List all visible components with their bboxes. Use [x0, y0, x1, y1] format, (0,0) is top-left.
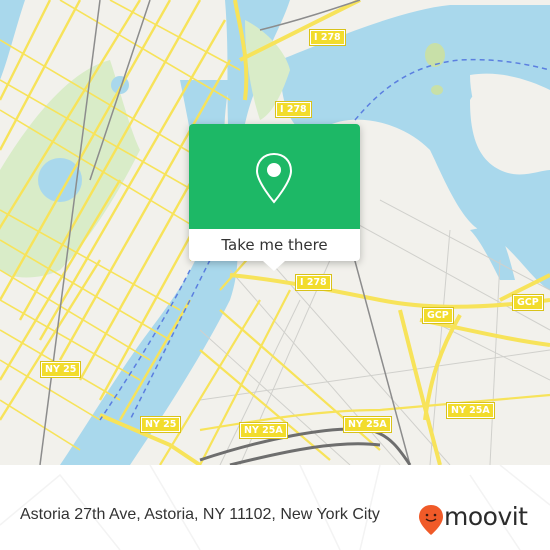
moovit-logo[interactable]: moovit	[418, 500, 548, 540]
highway-shield-i278: I 278	[275, 101, 312, 118]
highway-shield-gcp: GCP	[512, 294, 544, 311]
highway-shield-gcp: GCP	[422, 307, 454, 324]
highway-shield-ny25: NY 25	[139, 416, 182, 433]
popup-pointer	[263, 261, 285, 271]
map[interactable]: I 278 I 278 I 278 GCP GCP NY 25 NY 25 NY…	[0, 0, 550, 465]
moovit-smile-pin-icon	[419, 505, 443, 535]
take-me-there-button[interactable]: Take me there	[189, 229, 360, 261]
map-pin-icon	[255, 152, 293, 204]
riker-island	[470, 73, 550, 167]
left-water	[0, 0, 25, 80]
sunnyside-yard-rail	[199, 427, 412, 465]
destination-address: Astoria 27th Ave, Astoria, NY 11102, New…	[20, 506, 380, 523]
highway-shield-ny25a: NY 25A	[446, 402, 495, 419]
highway-shield-ny25: NY 25	[39, 361, 82, 378]
highway-shield-i278: I 278	[309, 29, 346, 46]
highway-shield-i278: I 278	[295, 274, 332, 291]
popup-header	[189, 124, 360, 229]
highway-shield-ny25a: NY 25A	[239, 422, 288, 439]
moovit-wordmark: moovit	[444, 502, 528, 531]
small-island-1	[425, 43, 445, 67]
destination-popup: Take me there	[189, 124, 360, 271]
small-island-2	[431, 85, 443, 95]
highway-shield-ny25a: NY 25A	[343, 416, 392, 433]
